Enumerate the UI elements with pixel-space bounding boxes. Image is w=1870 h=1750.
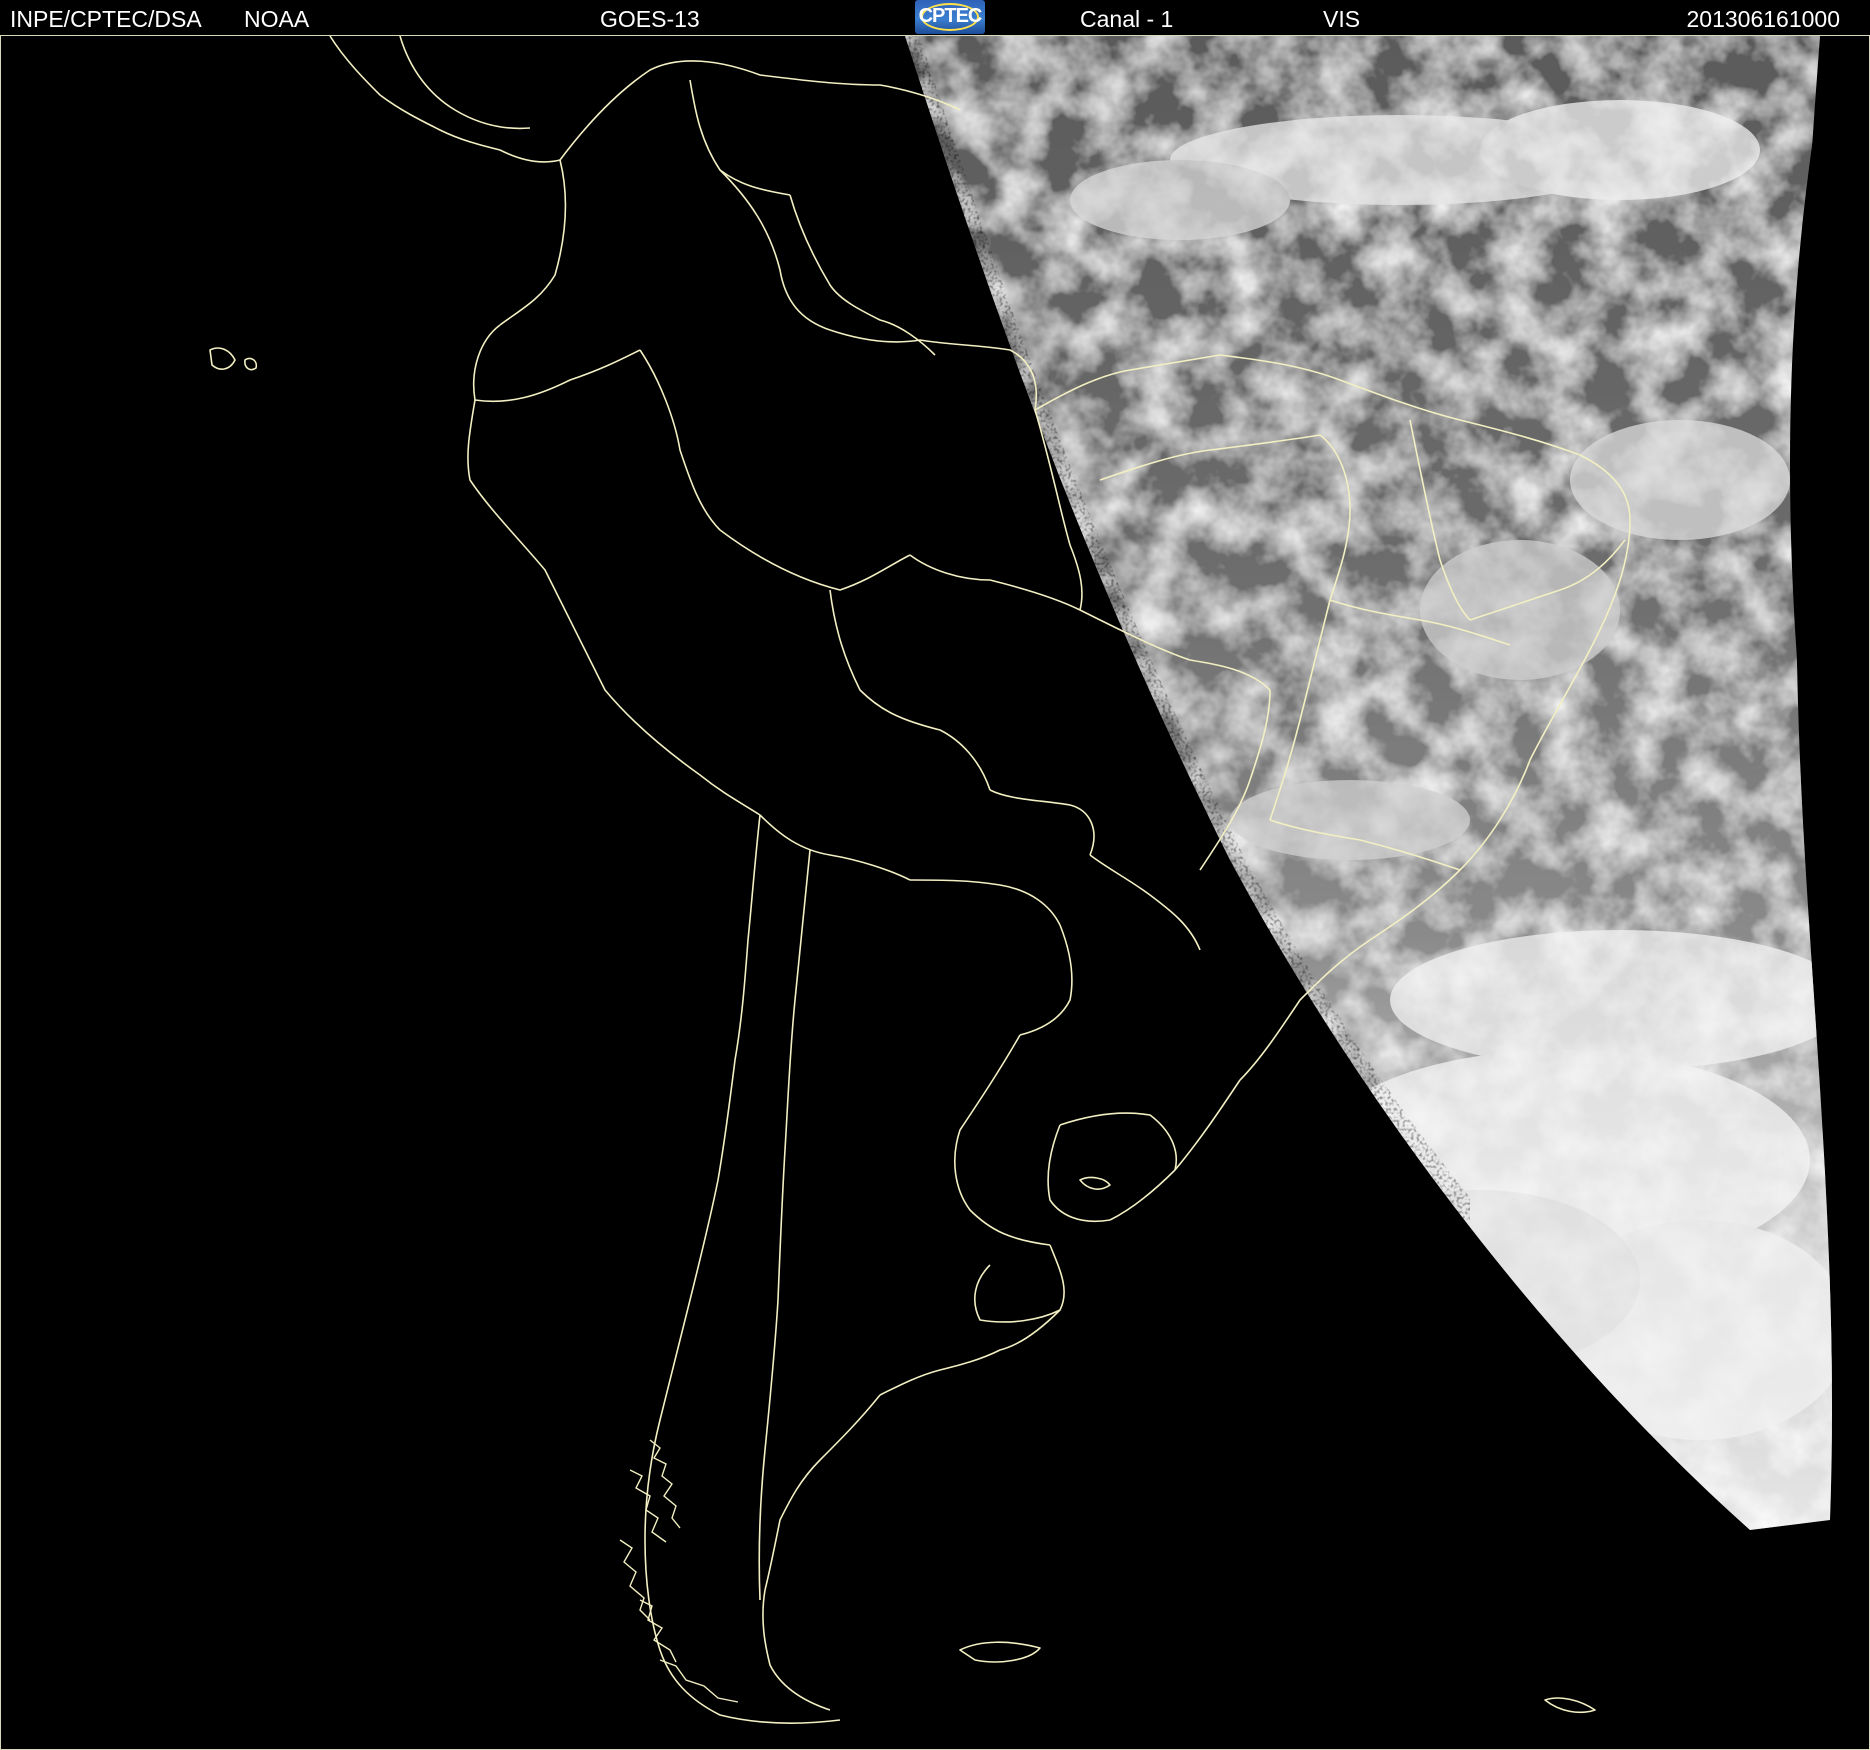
satellite-label: GOES-13 bbox=[600, 6, 700, 32]
organization-label: INPE/CPTEC/DSA bbox=[10, 6, 202, 32]
satellite-map-svg bbox=[209, 36, 1870, 1725]
timestamp-label: 201306161000 bbox=[1686, 6, 1841, 32]
image-header-bar: INPE/CPTEC/DSA NOAA GOES-13 CPTEC Canal … bbox=[0, 0, 1870, 36]
channel-label: Canal - 1 bbox=[1080, 6, 1174, 32]
daylight-cloud-field bbox=[891, 36, 1833, 1530]
band-label: VIS bbox=[1323, 6, 1361, 32]
cptec-logo: CPTEC bbox=[915, 0, 985, 34]
agency-label: NOAA bbox=[244, 6, 310, 32]
satellite-image bbox=[0, 36, 1870, 1750]
logo-text: CPTEC bbox=[918, 5, 983, 27]
patagonia-coast-fragments bbox=[619, 1439, 739, 1703]
